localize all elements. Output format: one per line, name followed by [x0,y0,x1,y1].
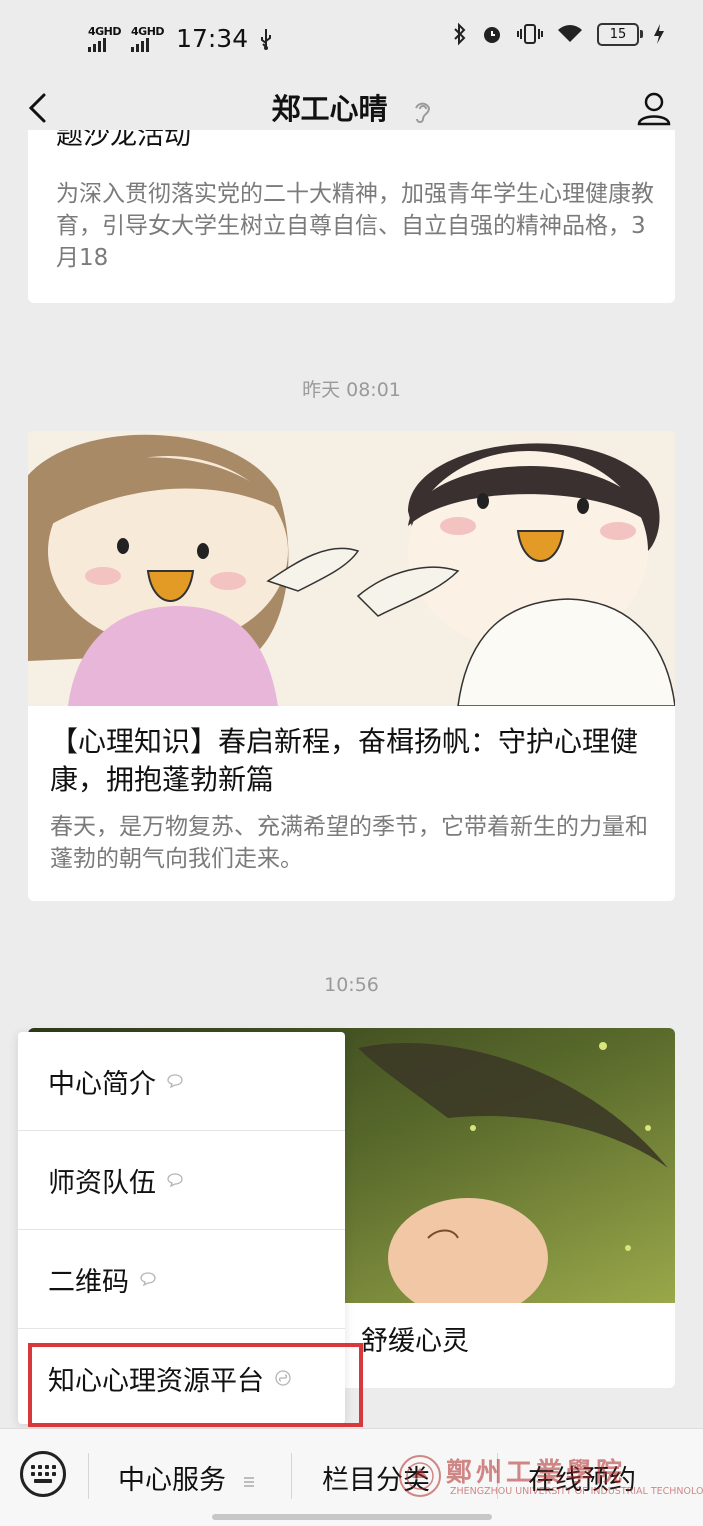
chat-bubble-icon [167,1074,183,1089]
divider [291,1453,292,1499]
menu-item-faculty[interactable]: 师资队伍 [18,1131,345,1230]
highlight-box [28,1343,363,1427]
signal-bars-icon [131,37,150,52]
divider [88,1453,89,1499]
article-1-desc: 为深入贯彻落实党的二十大精神，加强青年学生心理健康教育，引导女大学生树立自尊自信… [56,181,654,271]
status-right: 15 [453,22,665,46]
signal-1-label: 4GHD [88,24,122,38]
article-2-desc: 春天，是万物复苏、充满希望的季节，它带着新生的力量和蓬勃的朝气向我们走来。 [50,814,648,872]
menu-item-label: 师资队伍 [48,1167,156,1199]
usb-icon [261,28,272,50]
signal-1: 4GHD [88,24,122,52]
menu-lines-icon [243,1476,254,1487]
article-card-2[interactable]: 【心理知识】春启新程，奋楫扬帆：守护心理健康，拥抱蓬勃新篇 春天，是万物复苏、充… [28,431,675,901]
menu-item-qr-code[interactable]: 二维码 [18,1230,345,1329]
chat-bubble-icon [167,1173,183,1188]
menu-item-center-intro[interactable]: 中心简介 [18,1032,345,1131]
charging-icon [654,24,664,44]
article-1-title: 题沙龙活动 [56,130,191,151]
wifi-icon [558,25,582,42]
page-title: 郑工心晴 [0,86,703,128]
status-left: 4GHD 4GHD 17:34 [88,24,274,53]
profile-icon[interactable] [636,90,672,126]
watermark-subtext: ZHENGZHOU UNIVERSITY OF INDUSTRIAL TECHN… [450,1486,703,1497]
article-card-1[interactable]: 题沙龙活动 为深入贯彻落实党的二十大精神，加强青年学生心理健康教育，引导女大学生… [28,130,675,303]
signal-2: 4GHD [131,24,165,52]
vibrate-icon [517,24,543,44]
tab-center-service[interactable]: 中心服务 [118,1458,255,1497]
battery-icon: 15 [597,22,643,46]
article-2-title: 【心理知识】春启新程，奋楫扬帆：守护心理健康，拥抱蓬勃新篇 [50,725,639,796]
bluetooth-icon [454,22,466,46]
ear-icon[interactable] [412,98,432,124]
home-indicator[interactable] [212,1514,492,1520]
battery-level: 15 [609,26,627,42]
alarm-icon [484,27,500,43]
chat-bubble-icon [140,1272,156,1287]
tab-label: 中心服务 [118,1465,226,1496]
page-title-text: 郑工心晴 [271,92,388,126]
article-3-title: 舒缓心灵 [361,1326,469,1357]
status-time: 17:34 [176,24,249,53]
timestamp-1: 昨天 08:01 [302,379,401,401]
watermark-text: 鄭州工業學院 [446,1458,627,1488]
menu-item-label: 中心简介 [48,1068,156,1100]
article-1-title-clip: 题沙龙活动 [28,130,675,156]
university-seal-icon [399,1455,441,1497]
article-2-cover-image [28,431,675,706]
signal-2-label: 4GHD [131,24,165,38]
keyboard-icon[interactable] [20,1451,66,1497]
signal-bars-icon [88,37,106,52]
menu-item-label: 二维码 [48,1266,129,1298]
timestamp-2: 10:56 [324,974,379,996]
